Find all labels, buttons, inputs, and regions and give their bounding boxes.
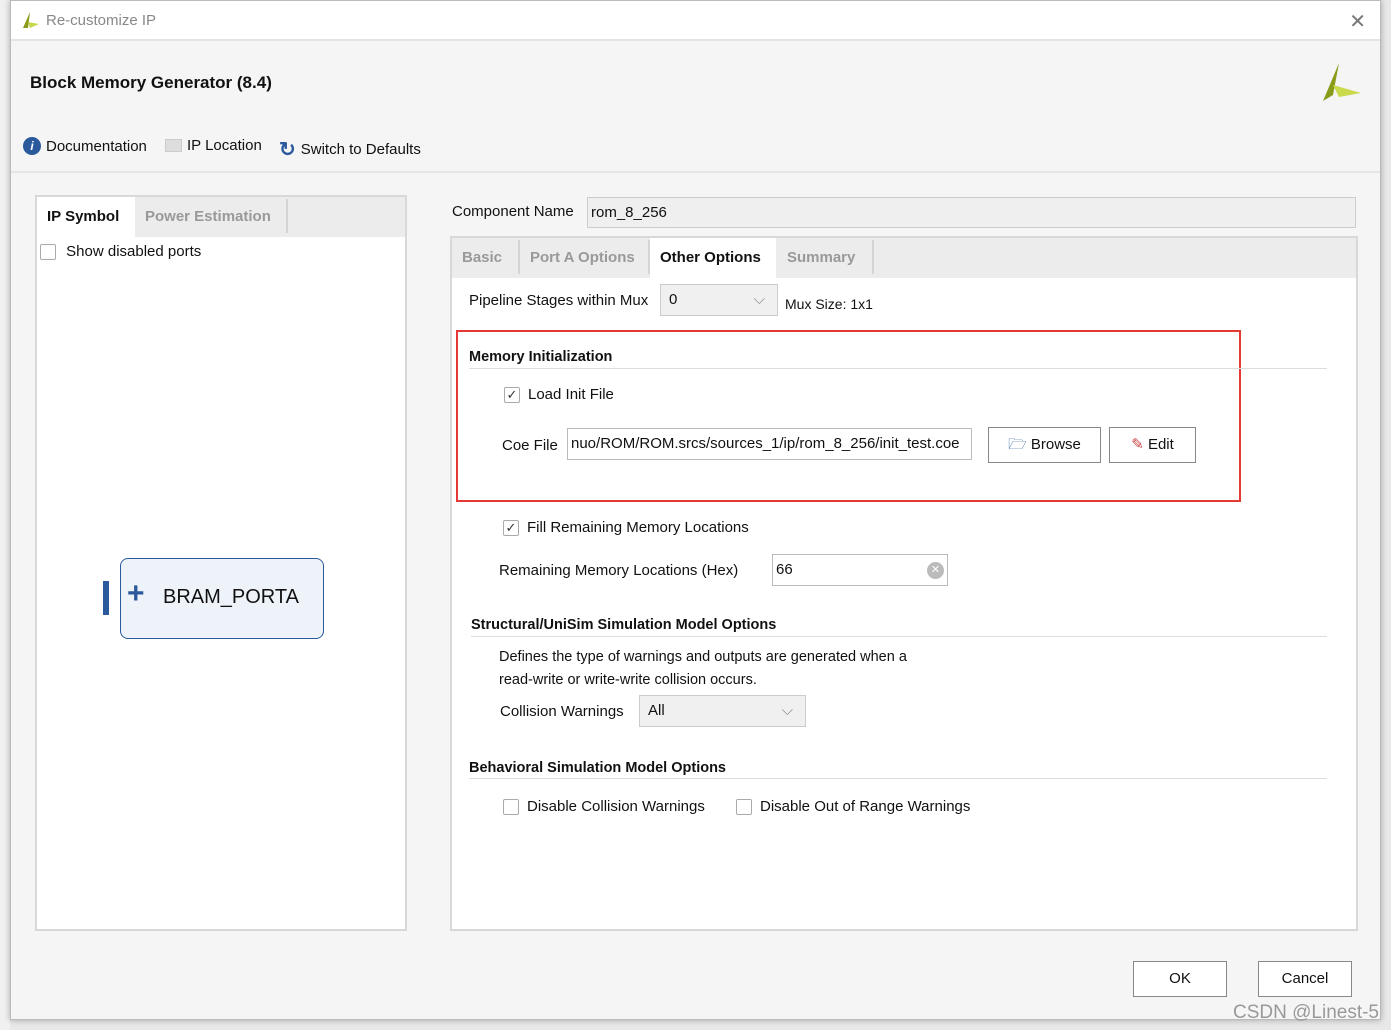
documentation-label: Documentation [46,137,147,155]
divider [11,171,1380,173]
documentation-button[interactable]: i Documentation [23,137,147,155]
memory-init-heading: Memory Initialization [469,349,613,365]
load-init-label: Load Init File [528,386,614,403]
divider [469,778,1327,779]
switch-to-defaults-button[interactable]: ↻ Switch to Defaults [279,137,421,162]
disable-collision-label: Disable Collision Warnings [527,798,705,815]
watermark: CSDN @Linest-5 [1233,1002,1379,1023]
show-disabled-ports-label: Show disabled ports [66,243,202,260]
collision-value: All [648,702,665,719]
folder-icon [165,139,182,152]
checkbox[interactable] [40,244,56,261]
recustomize-ip-dialog: Re-customize IP ✕ Block Memory Generator… [10,0,1381,1020]
chevron-down-icon: ⌵ [753,291,765,308]
load-init-file-checkbox[interactable]: ✓ Load Init File [504,386,614,404]
fill-remaining-label: Fill Remaining Memory Locations [527,519,749,536]
edit-button[interactable]: ✎ Edit [1109,427,1196,463]
options-panel: Basic Port A Options Other Options Summa… [450,236,1358,931]
checkmark-icon[interactable]: ✓ [503,520,519,537]
ip-symbol-panel: IP Symbol Power Estimation Show disabled… [35,195,407,931]
coe-file-input[interactable]: nuo/ROM/ROM.srcs/sources_1/ip/rom_8_256/… [567,428,972,460]
tab-summary[interactable]: Summary [777,238,865,278]
component-name-input[interactable]: rom_8_256 [587,197,1356,228]
title-bar: Re-customize IP ✕ [11,1,1380,41]
tab-divider [872,240,874,274]
tab-basic[interactable]: Basic [452,238,512,278]
cancel-button[interactable]: Cancel [1258,961,1352,997]
background-window [0,0,10,1030]
remaining-value: 66 [776,561,793,578]
coe-file-value: nuo/ROM/ROM.srcs/sources_1/ip/rom_8_256/… [571,435,960,452]
tab-port-a-options[interactable]: Port A Options [520,238,645,278]
folder-icon: 🗁 [1008,436,1027,453]
port-bus-icon [103,581,109,615]
coe-file-label: Coe File [502,437,558,454]
collision-warnings-select[interactable]: All ⌵ [639,695,806,727]
show-disabled-ports-checkbox[interactable]: Show disabled ports [40,243,202,261]
disable-collision-checkbox[interactable]: Disable Collision Warnings [503,798,705,816]
behavioral-heading: Behavioral Simulation Model Options [469,760,726,776]
ip-location-label: IP Location [187,137,262,154]
ok-button[interactable]: OK [1133,961,1227,997]
mux-size-label: Mux Size: 1x1 [785,296,873,312]
window-title: Re-customize IP [46,12,157,29]
bram-porta-port[interactable]: + BRAM_PORTA [120,558,324,639]
tab-ip-symbol[interactable]: IP Symbol [37,197,135,237]
tab-other-options[interactable]: Other Options [650,238,776,278]
pipeline-value: 0 [669,291,678,308]
checkbox[interactable] [736,799,752,816]
info-icon: i [23,137,41,155]
structural-description: Defines the type of warnings and outputs… [499,649,907,665]
structural-heading: Structural/UniSim Simulation Model Optio… [471,617,777,633]
tab-power-estimation[interactable]: Power Estimation [135,197,281,237]
tab-divider [286,199,288,233]
structural-description-2: read-write or write-write collision occu… [499,672,757,688]
vivado-logo-icon [23,12,39,28]
plus-icon[interactable]: + [127,579,145,609]
collision-warnings-label: Collision Warnings [500,703,624,720]
divider [471,636,1327,637]
browse-button[interactable]: 🗁 Browse [988,427,1101,463]
ip-location-button[interactable]: IP Location [165,137,262,154]
switch-defaults-label: Switch to Defaults [300,141,421,158]
edit-icon: ✎ [1131,436,1144,453]
disable-range-checkbox[interactable]: Disable Out of Range Warnings [736,798,971,816]
chevron-down-icon: ⌵ [781,702,793,719]
pipeline-stages-select[interactable]: 0 ⌵ [660,284,778,316]
xilinx-logo-icon [1323,63,1361,101]
checkmark-icon[interactable]: ✓ [504,387,520,404]
edit-label: Edit [1147,436,1174,453]
close-icon[interactable]: ✕ [1349,9,1366,34]
remaining-memory-label: Remaining Memory Locations (Hex) [499,562,739,579]
divider [469,368,1327,369]
browse-label: Browse [1030,436,1081,453]
checkbox[interactable] [503,799,519,816]
port-label: BRAM_PORTA [163,586,299,608]
refresh-icon: ↻ [279,139,296,161]
disable-range-label: Disable Out of Range Warnings [760,798,971,815]
remaining-memory-input[interactable]: 66 ✕ [772,554,948,586]
page-title: Block Memory Generator (8.4) [30,73,272,92]
clear-icon[interactable]: ✕ [927,562,944,579]
component-name-label: Component Name [452,203,574,220]
pipeline-stages-label: Pipeline Stages within Mux [469,292,649,309]
fill-remaining-checkbox[interactable]: ✓ Fill Remaining Memory Locations [503,519,749,537]
